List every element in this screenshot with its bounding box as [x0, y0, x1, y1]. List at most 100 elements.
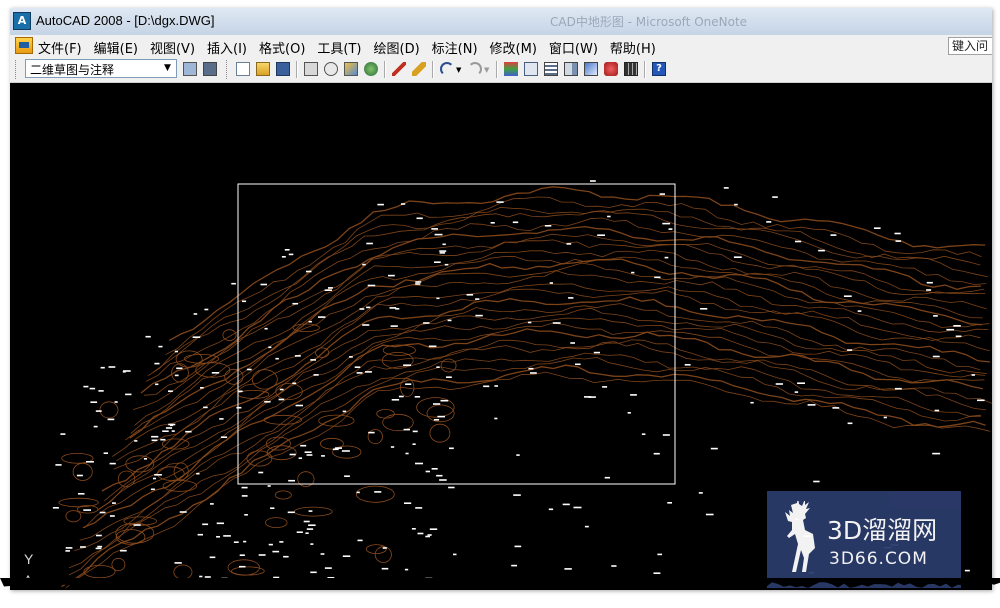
quickcalc-button[interactable] [622, 60, 640, 78]
elevation-label [308, 524, 316, 526]
elevation-label [593, 351, 600, 354]
elevation-label [196, 472, 200, 475]
workspace-save-button[interactable] [201, 60, 219, 78]
contour-loop [263, 414, 302, 425]
elevation-label [971, 374, 975, 376]
menu-view[interactable]: 视图(V) [150, 38, 195, 57]
elevation-label [423, 322, 430, 324]
elevation-label [403, 364, 411, 366]
match-properties-button[interactable] [410, 60, 428, 78]
layer-button[interactable] [502, 60, 520, 78]
elevation-label [365, 371, 372, 373]
elevation-label [405, 383, 412, 385]
markup-icon [604, 62, 618, 76]
elevation-label [631, 271, 635, 274]
chevron-down-icon[interactable]: ▼ [161, 61, 174, 76]
tool-palettes-button[interactable] [562, 60, 580, 78]
plot-button[interactable] [302, 60, 320, 78]
elevation-label [366, 242, 373, 245]
open-button[interactable] [254, 60, 272, 78]
workspace-dropdown[interactable]: 二维草图与注释 ▼ [25, 59, 177, 78]
sheet-set-button[interactable] [582, 60, 600, 78]
markup-button[interactable] [602, 60, 620, 78]
help-button[interactable]: ? [650, 60, 668, 78]
elevation-label [357, 539, 363, 542]
elevation-label [411, 528, 416, 530]
elevation-label [292, 302, 298, 305]
elevation-label [284, 249, 290, 251]
design-center-button[interactable] [542, 60, 560, 78]
toolbar-grip[interactable] [226, 60, 229, 79]
elevation-label [328, 287, 333, 289]
menu-dimension[interactable]: 标注(N) [432, 38, 478, 57]
contour-line [125, 262, 990, 441]
elevation-label [313, 374, 319, 376]
elevation-label [597, 234, 605, 236]
redo-dropdown[interactable]: ▼ [482, 60, 492, 78]
elevation-label [847, 422, 853, 425]
menu-format[interactable]: 格式(O) [259, 38, 305, 57]
elevation-label [151, 439, 158, 442]
menu-window[interactable]: 窗口(W) [549, 38, 598, 57]
menu-draw[interactable]: 绘图(D) [374, 38, 420, 57]
elevation-label [874, 227, 881, 229]
elevation-label [684, 364, 691, 366]
elevation-label [562, 503, 570, 506]
elevation-label [549, 282, 553, 284]
help-search-input[interactable]: 键入问 [948, 37, 992, 55]
toolbar-grip[interactable] [15, 60, 18, 79]
elevation-label [843, 295, 852, 297]
elevation-label [403, 428, 410, 431]
elevation-label [76, 474, 83, 477]
elevation-label [260, 283, 267, 286]
elevation-label [108, 366, 116, 368]
save-button[interactable] [274, 60, 292, 78]
contour-loop [265, 517, 288, 529]
plot-preview-button[interactable] [322, 60, 340, 78]
elevation-label [439, 479, 447, 481]
elevation-label [415, 283, 421, 285]
elevation-label [310, 571, 317, 574]
document-menu-icon[interactable] [15, 37, 33, 54]
undo-dropdown[interactable]: ▼ [454, 60, 464, 78]
ucs-y-axis-label: Y [24, 551, 34, 567]
elevation-label [349, 356, 353, 358]
elevation-label [659, 193, 665, 195]
contour-loop [65, 510, 82, 523]
elevation-label [513, 494, 521, 496]
elevation-label [304, 451, 312, 453]
autocad-app-icon[interactable]: A [13, 12, 31, 30]
elevation-label [449, 447, 454, 450]
elevation-label [174, 350, 178, 353]
menu-help[interactable]: 帮助(H) [610, 38, 656, 57]
elevation-label [306, 270, 312, 273]
elevation-label [439, 252, 446, 254]
menu-insert[interactable]: 插入(I) [207, 38, 247, 57]
publish-button[interactable] [342, 60, 360, 78]
elevation-label [171, 430, 175, 432]
new-button[interactable] [234, 60, 252, 78]
elevation-label [475, 298, 480, 300]
elevation-label [134, 440, 138, 442]
elevation-label [272, 550, 280, 553]
elevation-label [298, 457, 302, 459]
3d-dwf-button[interactable] [362, 60, 380, 78]
title-bar[interactable]: A AutoCAD 2008 - [D:\dgx.DWG] CAD中地形图 - … [10, 8, 992, 36]
workspace-settings-button[interactable] [181, 60, 199, 78]
elevation-label [412, 430, 418, 433]
menu-tools[interactable]: 工具(T) [317, 38, 361, 57]
elevation-label [653, 572, 661, 574]
elevation-label [90, 401, 98, 403]
menu-edit[interactable]: 编辑(E) [94, 38, 138, 57]
menu-modify[interactable]: 修改(M) [490, 38, 537, 57]
elevation-label [953, 325, 961, 327]
properties-button[interactable] [522, 60, 540, 78]
contour-loop [111, 557, 126, 572]
elevation-label [93, 425, 98, 428]
menu-file[interactable]: 文件(F) [38, 38, 82, 57]
elevation-label [388, 274, 395, 277]
elevation-label [296, 531, 303, 533]
cut-button[interactable] [390, 60, 408, 78]
elevation-label [193, 313, 198, 315]
elevation-label [832, 407, 840, 409]
